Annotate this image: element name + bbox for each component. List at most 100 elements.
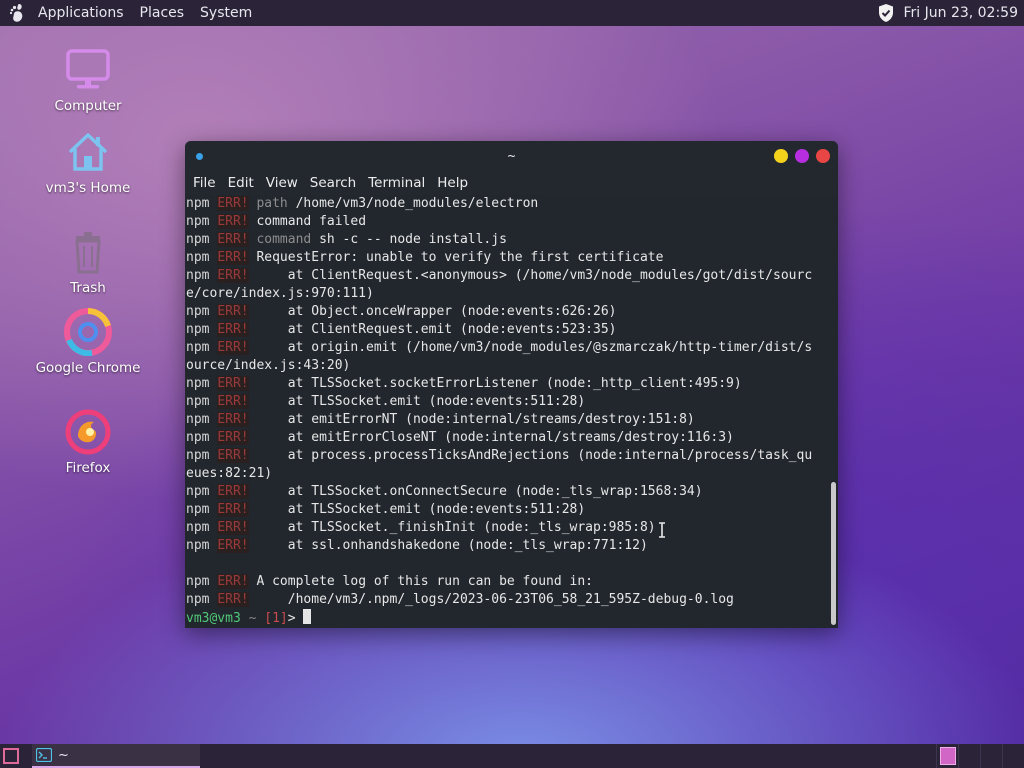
maximize-button[interactable] [795,149,809,163]
npm-prefix: npm [186,394,210,409]
line-text: e/core/index.js:970:111) [186,286,374,301]
npm-prefix: npm [186,232,210,247]
err-tag: ERR! [217,538,249,553]
shield-icon[interactable] [877,3,895,23]
err-tag: ERR! [217,340,249,355]
terminal-window[interactable]: ~ File Edit View Search Terminal Help np… [185,141,838,628]
npm-prefix: npm [186,430,210,445]
show-desktop-button[interactable] [0,744,22,768]
line-text: at TLSSocket.emit (node:events:511:28) [248,394,586,409]
menu-places[interactable]: Places [132,0,193,26]
err-tag: ERR! [217,268,249,283]
terminal-scrollbar[interactable] [828,195,836,628]
line-text: command sh -c -- node install.js [248,232,507,247]
prompt-status: [1] [264,611,288,626]
prompt-cwd: ~ [240,611,265,626]
terminal-line: npm ERR! at ClientRequest.<anonymous> (/… [186,267,828,285]
workspace-2[interactable] [958,744,980,768]
menu-applications[interactable]: Applications [30,0,132,26]
menu-edit[interactable]: Edit [222,175,260,191]
terminal-cursor [303,609,312,624]
terminal-line: npm ERR! at TLSSocket.onConnectSecure (n… [186,483,828,501]
line-text: at ClientRequest.emit (node:events:523:3… [248,322,617,337]
err-tag: ERR! [217,304,249,319]
line-text: path /home/vm3/node_modules/electron [248,196,539,211]
menu-file[interactable]: File [187,175,222,191]
desktop-icon-firefox[interactable]: Firefox [33,408,143,476]
terminal-line: npm ERR! at TLSSocket.emit (node:events:… [186,393,828,411]
show-desktop-icon [3,748,19,764]
workspace-4[interactable] [1002,744,1024,768]
terminal-line: npm ERR! /home/vm3/.npm/_logs/2023-06-23… [186,591,828,609]
npm-prefix: npm [186,484,210,499]
menu-search[interactable]: Search [304,175,362,191]
line-text: at emitErrorCloseNT (node:internal/strea… [248,430,734,445]
workspace-1[interactable] [936,744,958,768]
close-button[interactable] [816,149,830,163]
npm-prefix: npm [186,196,210,211]
gnome-foot-icon[interactable] [6,2,28,24]
desktop-icon-home[interactable]: vm3's Home [33,128,143,196]
err-tag: ERR! [217,322,249,337]
minimize-button[interactable] [774,149,788,163]
terminal-line: ource/index.js:43:20) [186,357,828,375]
terminal-line: npm ERR! command failed [186,213,828,231]
desktop-icon-trash[interactable]: Trash [33,228,143,296]
err-tag: ERR! [217,592,249,607]
err-tag: ERR! [217,232,249,247]
terminal-line: npm ERR! at TLSSocket.emit (node:events:… [186,501,828,519]
chrome-icon [64,308,112,356]
terminal-line: e/core/index.js:970:111) [186,285,828,303]
desktop-icon-label: vm3's Home [45,180,131,196]
npm-prefix: npm [186,538,210,553]
desktop-icon-label: Trash [70,280,106,296]
terminal-titlebar[interactable]: ~ [185,141,838,171]
desktop-icon-chrome[interactable]: Google Chrome [33,308,143,376]
menu-view[interactable]: View [260,175,304,191]
err-tag: ERR! [217,412,249,427]
terminal-line: npm ERR! command sh -c -- node install.j… [186,231,828,249]
home-folder-icon [68,133,108,171]
npm-prefix: npm [186,214,210,229]
window-buttons [774,149,830,163]
scrollbar-thumb[interactable] [831,482,836,625]
terminal-line: npm ERR! at emitErrorNT (node:internal/s… [186,411,828,429]
npm-prefix: npm [186,412,210,427]
top-menu: Applications Places System [30,0,260,26]
terminal-icon [36,748,52,762]
terminal-line: npm ERR! at ClientRequest.emit (node:eve… [186,321,828,339]
err-tag: ERR! [217,502,249,517]
terminal-menubar: File Edit View Search Terminal Help [185,171,838,195]
menu-help[interactable]: Help [431,175,474,191]
menu-terminal[interactable]: Terminal [362,175,431,191]
line-text: at emitErrorNT (node:internal/streams/de… [248,412,695,427]
workspace-3[interactable] [980,744,1002,768]
err-tag: ERR! [217,394,249,409]
npm-prefix: npm [186,448,210,463]
err-tag: ERR! [217,214,249,229]
window-menu-icon[interactable] [196,153,203,160]
clock[interactable]: Fri Jun 23, 02:59 [903,5,1018,21]
top-panel: Applications Places System Fri Jun 23, 0… [0,0,1024,26]
line-text: at TLSSocket._finishInit (node:_tls_wrap… [248,520,656,535]
taskbar-terminal-label: ~ [58,747,69,763]
taskbar-terminal[interactable]: ~ [32,744,200,768]
line-text: eues:82:21) [186,466,273,481]
menu-system[interactable]: System [192,0,260,26]
prompt-line[interactable]: vm3@vm3 ~ [1]> [186,609,828,627]
terminal-output[interactable]: npm ERR! path /home/vm3/node_modules/ele… [185,195,828,628]
npm-prefix: npm [186,268,210,283]
line-text: at ClientRequest.<anonymous> (/home/vm3/… [248,268,813,283]
firefox-icon [65,409,111,455]
line-text: at TLSSocket.onConnectSecure (node:_tls_… [248,484,703,499]
desktop-icon-computer[interactable]: Computer [33,46,143,114]
line-text: at TLSSocket.socketErrorListener (node:_… [248,376,742,391]
npm-prefix: npm [186,592,210,607]
npm-prefix: npm [186,250,210,265]
prompt-symbol: > [287,611,304,626]
line-text: at process.processTicksAndRejections (no… [248,448,813,463]
workspace-switcher [936,744,1024,768]
text-cursor-icon [659,522,665,538]
desktop-icon-label: Firefox [65,460,111,476]
